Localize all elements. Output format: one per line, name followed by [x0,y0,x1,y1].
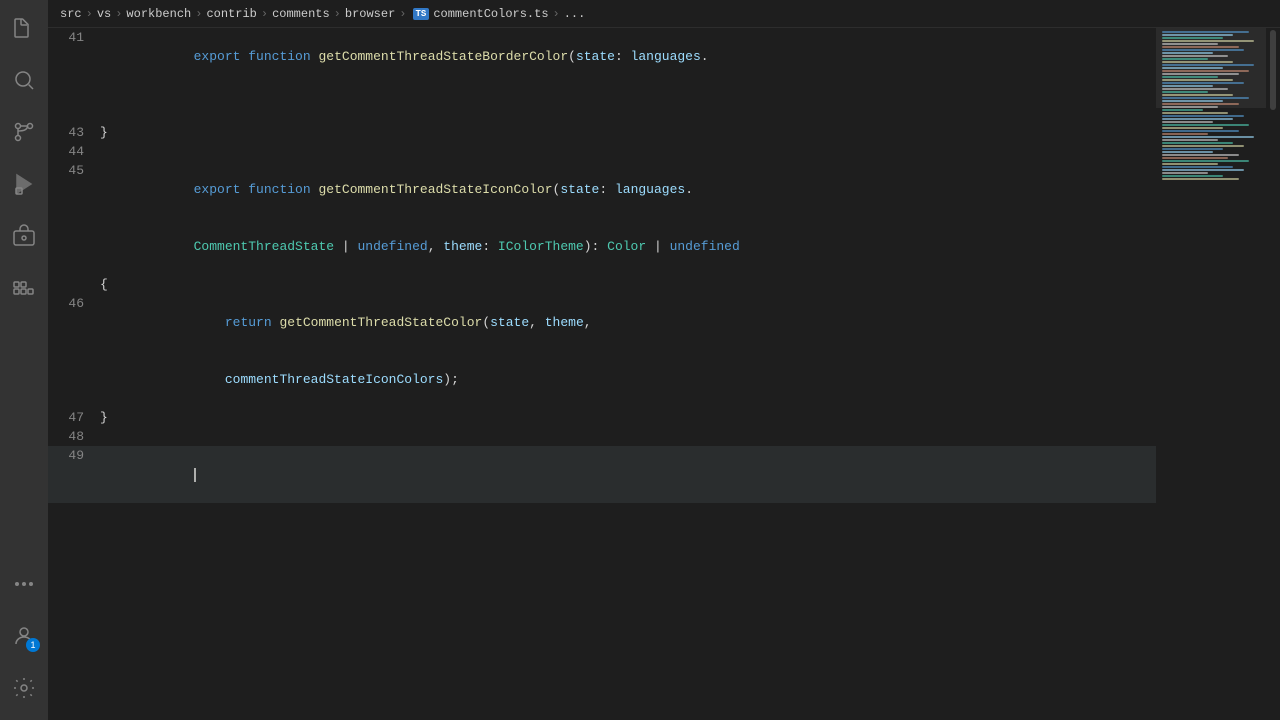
breadcrumb-file[interactable]: commentColors.ts [413,7,549,21]
line-content-45: export function getCommentThreadStateIco… [100,161,1156,218]
line-num-46: 46 [48,294,100,313]
code-lines: 41 export function getCommentThreadState… [48,28,1156,503]
activity-bar-top [0,4,48,560]
code-line-47: 47 } [48,408,1156,427]
breadcrumb-src[interactable]: src [60,7,82,21]
line-content-45-c2: { [100,275,1156,294]
line-num-45: 45 [48,161,100,180]
sidebar-item-source-control[interactable] [0,108,48,156]
minimap-visualization [1156,28,1266,388]
line-content-49 [100,446,1156,503]
activity-bar-bottom: 1 [0,560,48,720]
settings-icon[interactable] [0,664,48,712]
line-num-47: 47 [48,408,100,427]
code-line-41: 41 export function getCommentThreadState… [48,28,1156,85]
editor: 41 export function getCommentThreadState… [48,28,1280,720]
minimap [1156,28,1266,720]
line-num-48: 48 [48,427,100,446]
line-content-47: } [100,408,1156,427]
line-content-46: return getCommentThreadStateColor(state,… [100,294,1156,351]
breadcrumb: src › vs › workbench › contrib › comment… [48,0,1280,28]
code-line-42-cont [48,85,1156,123]
more-button[interactable] [0,560,48,608]
code-line-45: 45 export function getCommentThreadState… [48,161,1156,218]
line-num-44: 44 [48,142,100,161]
line-content-43: } [100,123,1156,142]
line-num-43: 43 [48,123,100,142]
activity-bar: 1 [0,0,48,720]
code-line-48: 48 [48,427,1156,446]
breadcrumb-comments[interactable]: comments [272,7,330,21]
code-line-44: 44 [48,142,1156,161]
line-num-41: 41 [48,28,100,47]
sidebar-item-files[interactable] [0,4,48,52]
line-content-46-c: commentThreadStateIconColors); [100,351,1156,408]
account-icon[interactable]: 1 [0,612,48,660]
scrollbar[interactable] [1266,28,1280,720]
code-area[interactable]: 41 export function getCommentThreadState… [48,28,1156,720]
main-area: src › vs › workbench › contrib › comment… [48,0,1280,720]
sidebar-item-remote[interactable] [0,212,48,260]
breadcrumb-contrib[interactable]: contrib [206,7,256,21]
sidebar-item-extensions[interactable] [0,264,48,312]
code-line-45-cont2: { [48,275,1156,294]
breadcrumb-browser[interactable]: browser [345,7,395,21]
line-content-cont1 [100,85,1156,123]
breadcrumb-workbench[interactable]: workbench [126,7,191,21]
code-line-46-cont: commentThreadStateIconColors); [48,351,1156,408]
code-line-45-cont1: CommentThreadState | undefined, theme: I… [48,218,1156,275]
breadcrumb-vs[interactable]: vs [97,7,111,21]
code-line-43: 43 } [48,123,1156,142]
code-line-49: 49 [48,446,1156,503]
line-num-49: 49 [48,446,100,465]
code-line-46: 46 return getCommentThreadStateColor(sta… [48,294,1156,351]
sidebar-item-run-debug[interactable] [0,160,48,208]
text-cursor [194,468,196,482]
notification-badge: 1 [26,638,40,652]
line-content-45-c1: CommentThreadState | undefined, theme: I… [100,218,1156,275]
line-content-41: export function getCommentThreadStateBor… [100,28,1156,85]
breadcrumb-more[interactable]: ... [564,7,586,21]
sidebar-item-search[interactable] [0,56,48,104]
